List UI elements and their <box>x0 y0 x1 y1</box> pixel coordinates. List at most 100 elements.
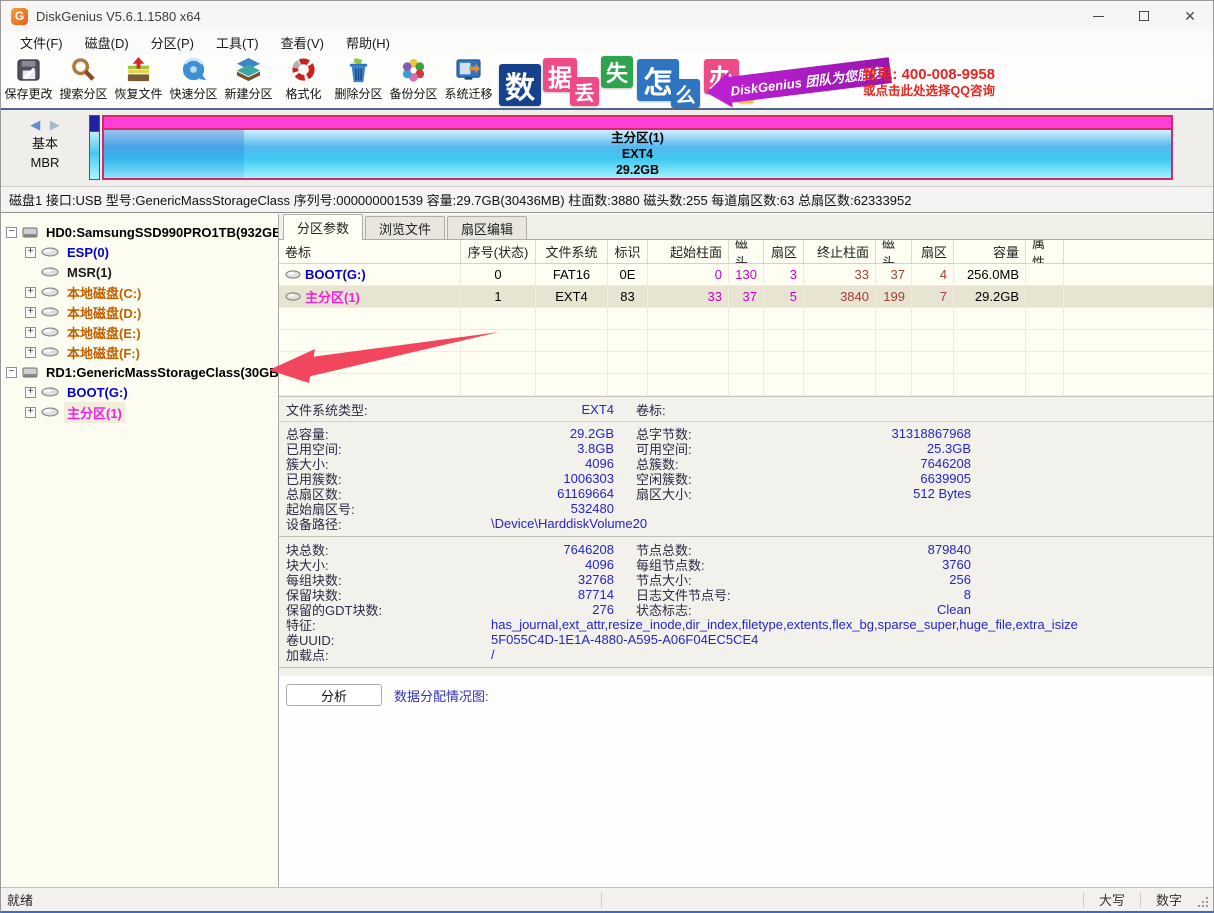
detail-value: 61169664 <box>491 486 614 501</box>
col-start-head[interactable]: 磁头 <box>729 240 764 263</box>
expand-icon[interactable]: + <box>25 387 36 398</box>
expand-icon[interactable]: + <box>25 347 36 358</box>
save-icon <box>15 57 42 84</box>
volume-label: BOOT(G:) <box>305 267 366 282</box>
delete-partition-button[interactable]: 删除分区 <box>331 54 386 108</box>
detail-value: 8 <box>806 587 971 602</box>
ad-tile: 失 <box>601 56 633 88</box>
tree-item-label: 本地磁盘(D:) <box>64 302 144 323</box>
collapse-icon[interactable]: − <box>6 227 17 238</box>
tree-item-disk-d[interactable]: + 本地磁盘(D:) <box>1 302 278 322</box>
cell-index: 1 <box>461 286 536 307</box>
backup-partition-button[interactable]: 备份分区 <box>386 54 441 108</box>
col-start-sector[interactable]: 扇区 <box>764 240 804 263</box>
analyze-button[interactable]: 分析 <box>286 684 382 706</box>
cell-start-sector: 3 <box>764 264 804 285</box>
quick-partition-button[interactable]: 快速分区 <box>166 54 221 108</box>
divider <box>279 667 1213 668</box>
col-end-sector[interactable]: 扇区 <box>912 240 954 263</box>
menu-help[interactable]: 帮助(H) <box>335 33 401 52</box>
tool-label: 备份分区 <box>389 85 437 102</box>
menu-view[interactable]: 查看(V) <box>270 33 335 52</box>
col-volume-label[interactable]: 卷标 <box>279 240 461 263</box>
partition-selected-strip <box>104 117 1171 130</box>
detail-label: 加载点: <box>286 645 491 664</box>
table-row-main-partition[interactable]: 主分区(1) 1 EXT4 83 33 37 5 3840 199 7 29.2… <box>279 286 1213 308</box>
tree-item-disk-f[interactable]: + 本地磁盘(F:) <box>1 342 278 362</box>
partition-icon <box>41 387 59 397</box>
save-changes-button[interactable]: 保存更改 <box>1 54 56 108</box>
detail-label: 设备路径: <box>286 514 491 533</box>
minimize-button[interactable] <box>1075 1 1121 31</box>
tree-item-disk-e[interactable]: + 本地磁盘(E:) <box>1 322 278 342</box>
cell-attributes <box>1026 286 1064 307</box>
menu-tools[interactable]: 工具(T) <box>205 33 270 52</box>
expand-icon[interactable]: + <box>25 407 36 418</box>
tab-browse-files[interactable]: 浏览文件 <box>365 216 445 239</box>
cell-start-head: 130 <box>729 264 764 285</box>
cell-id: 0E <box>608 264 648 285</box>
ad-banner[interactable]: 数 据 丢 失 怎 么 办 ! DiskGenius 团队为您服务 致电: 40… <box>493 54 998 108</box>
expand-icon[interactable]: + <box>25 287 36 298</box>
recover-files-button[interactable]: 恢复文件 <box>111 54 166 108</box>
col-index-status[interactable]: 序号(状态) <box>461 240 536 263</box>
partition-block-boot[interactable] <box>89 115 100 180</box>
detail-value: 31318867968 <box>806 426 971 441</box>
tree-item-rd1[interactable]: − RD1:GenericMassStorageClass(30GB) <box>1 362 278 382</box>
tab-partition-params[interactable]: 分区参数 <box>283 214 363 240</box>
expand-icon[interactable]: + <box>25 327 36 338</box>
maximize-button[interactable] <box>1121 1 1167 31</box>
tool-label: 格式化 <box>285 85 321 102</box>
collapse-icon[interactable]: − <box>6 367 17 378</box>
detail-value: EXT4 <box>491 402 614 417</box>
tree-item-disk-c[interactable]: + 本地磁盘(C:) <box>1 282 278 302</box>
partition-block-main[interactable]: 主分区(1) EXT4 29.2GB <box>102 115 1173 180</box>
cell-start-head: 37 <box>729 286 764 307</box>
format-button[interactable]: 格式化 <box>276 54 331 108</box>
app-logo-icon: G <box>11 8 28 25</box>
ad-contact[interactable]: 致电: 400-008-9958 或点击此处选择QQ咨询 <box>862 67 995 99</box>
tool-label: 新建分区 <box>224 85 272 102</box>
system-migration-button[interactable]: 系统迁移 <box>441 54 496 108</box>
partition-icon <box>41 247 59 257</box>
nav-back-icon[interactable]: ◀ <box>30 117 40 132</box>
tree-item-esp[interactable]: + ESP(0) <box>1 242 278 262</box>
tree-item-boot-g[interactable]: + BOOT(G:) <box>1 382 278 402</box>
col-id[interactable]: 标识 <box>608 240 648 263</box>
expand-icon[interactable]: + <box>25 307 36 318</box>
col-filesystem[interactable]: 文件系统 <box>536 240 608 263</box>
menu-disk[interactable]: 磁盘(D) <box>74 33 140 52</box>
tree-item-hd0[interactable]: − HD0:SamsungSSD990PRO1TB(932GB) <box>1 222 278 242</box>
partition-icon <box>41 347 59 357</box>
menu-partition[interactable]: 分区(P) <box>140 33 205 52</box>
empty-area <box>279 706 1213 887</box>
tool-label: 保存更改 <box>4 85 52 102</box>
detail-value: 5F055C4D-1E1A-4880-A595-A06F04EC5CE4 <box>491 632 1213 647</box>
detail-label: 文件系统类型: <box>286 400 491 419</box>
expand-icon[interactable]: + <box>25 247 36 258</box>
search-partition-button[interactable]: 搜索分区 <box>56 54 111 108</box>
table-empty-row <box>279 352 1213 374</box>
col-start-cylinder[interactable]: 起始柱面 <box>648 240 729 263</box>
nav-forward-icon[interactable]: ▶ <box>50 117 60 132</box>
col-capacity[interactable]: 容量 <box>954 240 1026 263</box>
resize-grip[interactable] <box>1197 896 1210 909</box>
new-partition-button[interactable]: 新建分区 <box>221 54 276 108</box>
partition-icon <box>41 287 59 297</box>
tree-item-label: ESP(0) <box>64 244 112 261</box>
menu-file[interactable]: 文件(F) <box>9 33 74 52</box>
tool-label: 删除分区 <box>334 85 382 102</box>
table-row-boot[interactable]: BOOT(G:) 0 FAT16 0E 0 130 3 33 37 4 256.… <box>279 264 1213 286</box>
detail-value: / <box>491 647 1213 662</box>
tab-sector-edit[interactable]: 扇区编辑 <box>447 216 527 239</box>
close-button[interactable]: ✕ <box>1167 1 1213 31</box>
tree-item-main-partition[interactable]: + 主分区(1) <box>1 402 278 422</box>
col-end-cylinder[interactable]: 终止柱面 <box>804 240 876 263</box>
tree-item-msr[interactable]: + MSR(1) <box>1 262 278 282</box>
col-end-head[interactable]: 磁头 <box>876 240 912 263</box>
status-ready: 就绪 <box>1 890 601 909</box>
tool-label: 系统迁移 <box>444 85 492 102</box>
col-attributes[interactable]: 属性 <box>1026 240 1064 263</box>
ad-qq-link[interactable]: 或点击此处选择QQ咨询 <box>862 83 995 99</box>
tree-item-label: HD0:SamsungSSD990PRO1TB(932GB) <box>43 224 279 241</box>
